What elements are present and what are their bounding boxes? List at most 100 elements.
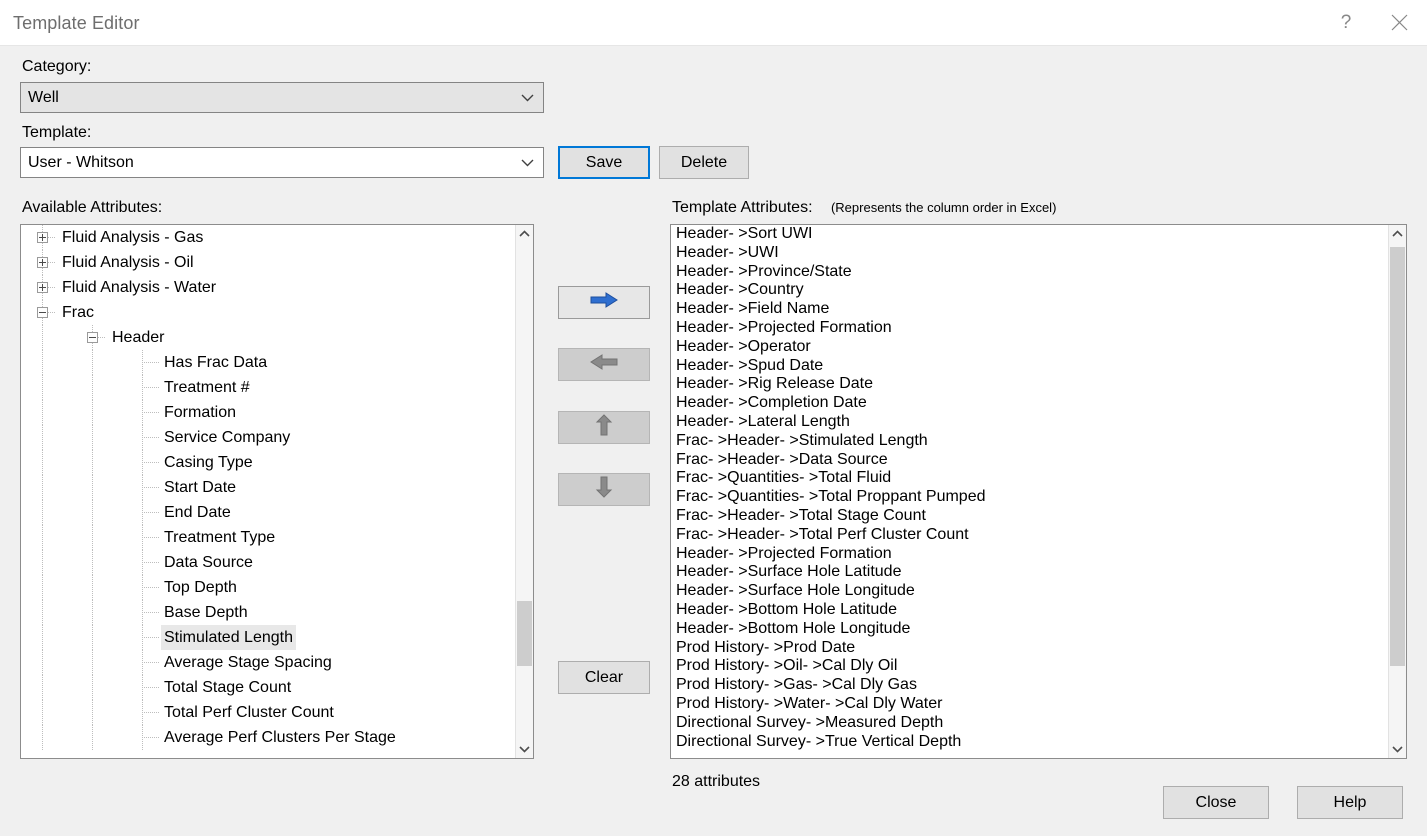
list-item[interactable]: Directional Survey- >True Vertical Depth	[671, 733, 1389, 752]
list-item[interactable]: Header- >Bottom Hole Longitude	[671, 620, 1389, 639]
expand-icon[interactable]	[37, 232, 48, 243]
list-item[interactable]: Prod History- >Gas- >Cal Dly Gas	[671, 676, 1389, 695]
tree-guide-line	[92, 725, 93, 750]
close-button[interactable]: Close	[1163, 786, 1269, 819]
tree-item-label: End Date	[161, 500, 234, 525]
tree-connector	[142, 687, 160, 688]
tree-item[interactable]: Casing Type	[21, 450, 516, 475]
chevron-up-icon[interactable]	[1389, 225, 1406, 242]
titlebar-help-button[interactable]: ?	[1320, 0, 1372, 45]
tree-item[interactable]: Start Date	[21, 475, 516, 500]
list-item[interactable]: Directional Survey- >Measured Depth	[671, 714, 1389, 733]
list-item[interactable]: Header- >Field Name	[671, 300, 1389, 319]
list-item[interactable]: Header- >Bottom Hole Latitude	[671, 601, 1389, 620]
tree-item[interactable]: Formation	[21, 400, 516, 425]
tree-item[interactable]: Average Perf Clusters Per Stage	[21, 725, 516, 750]
attribute-count-status: 28 attributes	[672, 773, 760, 791]
tree-item[interactable]: Fluid Analysis - Oil	[21, 250, 516, 275]
tree-item[interactable]: Treatment Type	[21, 525, 516, 550]
list-item[interactable]: Prod History- >Oil- >Cal Dly Oil	[671, 657, 1389, 676]
list-item[interactable]: Frac- >Header- >Stimulated Length	[671, 432, 1389, 451]
list-item[interactable]: Frac- >Header- >Data Source	[671, 451, 1389, 470]
template-attributes-scroll-thumb[interactable]	[1390, 247, 1405, 666]
list-item[interactable]: Header- >Operator	[671, 338, 1389, 357]
list-item[interactable]: Header- >Surface Hole Latitude	[671, 563, 1389, 582]
tree-item[interactable]: Average Stage Spacing	[21, 650, 516, 675]
tree-item[interactable]: Total Perf Cluster Count	[21, 700, 516, 725]
tree-item[interactable]: Stimulated Length	[21, 625, 516, 650]
collapse-icon[interactable]	[87, 332, 98, 343]
move-up-button[interactable]	[558, 411, 650, 444]
tree-item[interactable]: Top Depth	[21, 575, 516, 600]
list-item[interactable]: Header- >Rig Release Date	[671, 375, 1389, 394]
tree-guide-line	[92, 475, 93, 500]
tree-guide-line	[92, 350, 93, 375]
chevron-down-icon	[521, 83, 534, 112]
available-tree-scroll-thumb[interactable]	[517, 601, 532, 666]
list-item[interactable]: Prod History- >Water- >Cal Dly Water	[671, 695, 1389, 714]
move-down-button[interactable]	[558, 473, 650, 506]
tree-guide-line	[42, 425, 43, 450]
list-item[interactable]: Frac- >Quantities- >Total Fluid	[671, 469, 1389, 488]
tree-guide-line	[42, 600, 43, 625]
tree-connector	[142, 412, 160, 413]
expand-icon[interactable]	[37, 282, 48, 293]
tree-connector	[142, 437, 160, 438]
tree-item-label: Frac	[59, 300, 97, 325]
tree-item[interactable]: End Date	[21, 500, 516, 525]
save-button[interactable]: Save	[558, 146, 650, 179]
list-item[interactable]: Frac- >Quantities- >Total Proppant Pumpe…	[671, 488, 1389, 507]
tree-item[interactable]: Has Frac Data	[21, 350, 516, 375]
list-item[interactable]: Header- >Lateral Length	[671, 413, 1389, 432]
clear-button[interactable]: Clear	[558, 661, 650, 694]
tree-item[interactable]: Fluid Analysis - Gas	[21, 225, 516, 250]
list-item[interactable]: Header- >Surface Hole Longitude	[671, 582, 1389, 601]
list-item[interactable]: Frac- >Header- >Total Stage Count	[671, 507, 1389, 526]
list-item[interactable]: Header- >Country	[671, 281, 1389, 300]
available-attributes-tree[interactable]: Fluid Analysis - GasFluid Analysis - Oil…	[20, 224, 534, 759]
collapse-icon[interactable]	[37, 307, 48, 318]
tree-guide-line	[42, 550, 43, 575]
remove-attribute-button[interactable]	[558, 348, 650, 381]
category-combobox[interactable]: Well	[20, 82, 544, 113]
list-item[interactable]: Prod History- >Prod Date	[671, 639, 1389, 658]
list-item[interactable]: Header- >Spud Date	[671, 357, 1389, 376]
list-item[interactable]: Header- >Projected Formation	[671, 319, 1389, 338]
template-editor-dialog: Template Editor ? Category: Well Templat…	[0, 0, 1427, 836]
tree-guide-line	[92, 700, 93, 725]
tree-item[interactable]: Total Stage Count	[21, 675, 516, 700]
template-attributes-list[interactable]: Header- >Sort UWIHeader- >UWIHeader- >Pr…	[670, 224, 1407, 759]
tree-item-label: Top Depth	[161, 575, 240, 600]
list-item[interactable]: Header- >Projected Formation	[671, 545, 1389, 564]
tree-item[interactable]: Treatment #	[21, 375, 516, 400]
template-attributes-scrollbar[interactable]	[1388, 225, 1406, 758]
chevron-up-icon[interactable]	[516, 225, 533, 242]
tree-item[interactable]: Fluid Analysis - Water	[21, 275, 516, 300]
tree-item[interactable]: Frac	[21, 300, 516, 325]
template-combobox[interactable]: User - Whitson	[20, 147, 544, 178]
list-item[interactable]: Header- >Sort UWI	[671, 225, 1389, 244]
tree-item[interactable]: Base Depth	[21, 600, 516, 625]
tree-item-label: Casing Type	[161, 450, 256, 475]
list-item[interactable]: Header- >UWI	[671, 244, 1389, 263]
list-item[interactable]: Header- >Province/State	[671, 263, 1389, 282]
available-tree-scrollbar[interactable]	[515, 225, 533, 758]
expand-icon[interactable]	[37, 257, 48, 268]
tree-guide-line	[42, 375, 43, 400]
list-item[interactable]: Frac- >Header- >Total Perf Cluster Count	[671, 526, 1389, 545]
add-attribute-button[interactable]	[558, 286, 650, 319]
tree-connector	[142, 637, 160, 638]
tree-guide-line	[92, 675, 93, 700]
delete-button[interactable]: Delete	[659, 146, 749, 179]
chevron-down-icon[interactable]	[516, 741, 533, 758]
tree-guide-line	[42, 650, 43, 675]
help-button[interactable]: Help	[1297, 786, 1403, 819]
titlebar-close-button[interactable]	[1373, 0, 1425, 45]
tree-item[interactable]: Data Source	[21, 550, 516, 575]
tree-item[interactable]: Service Company	[21, 425, 516, 450]
list-item[interactable]: Header- >Completion Date	[671, 394, 1389, 413]
tree-item[interactable]: Header	[21, 325, 516, 350]
chevron-down-icon[interactable]	[1389, 741, 1406, 758]
template-value: User - Whitson	[28, 154, 134, 172]
tree-guide-line	[42, 700, 43, 725]
